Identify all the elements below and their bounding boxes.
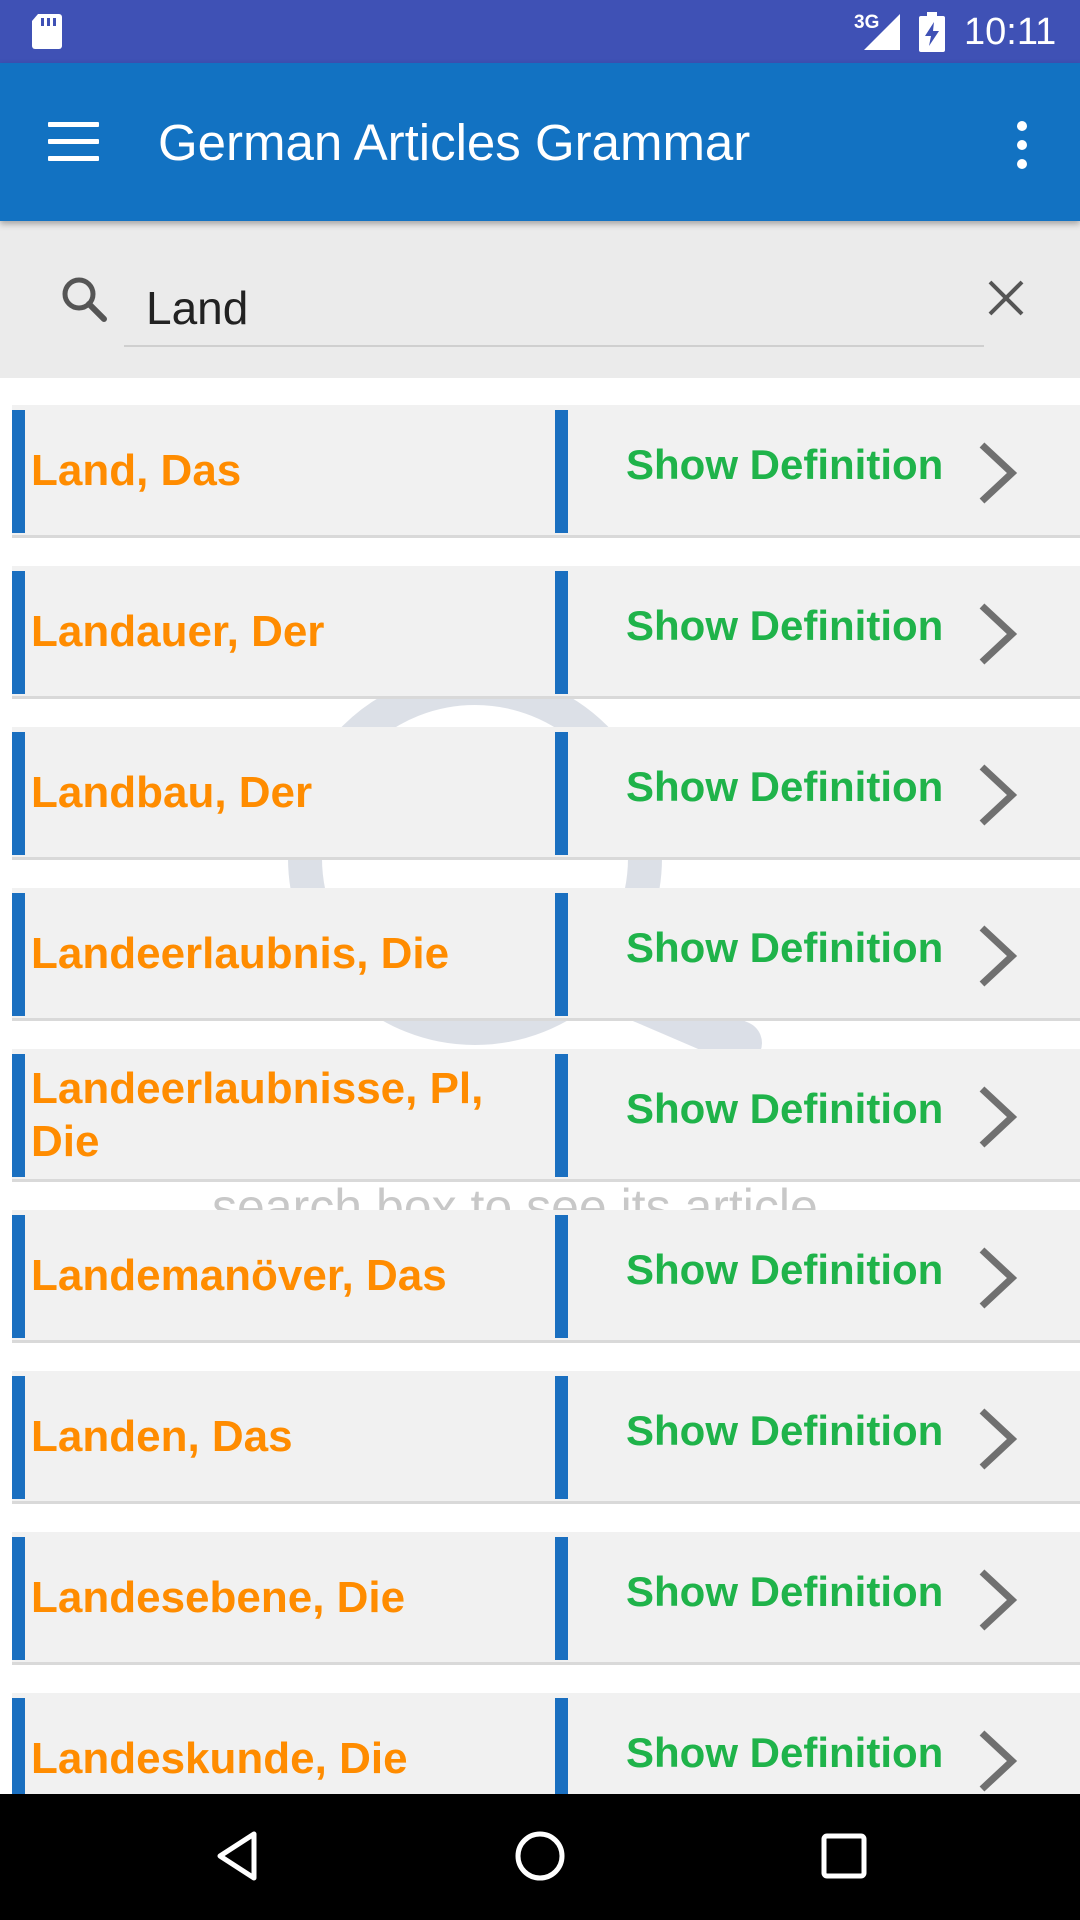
row-divider — [555, 1537, 568, 1660]
show-definition-button[interactable]: Show Definition — [626, 924, 943, 972]
row-accent — [12, 1537, 25, 1660]
row-accent — [12, 1376, 25, 1499]
signal-icon — [864, 14, 900, 50]
row-accent — [12, 571, 25, 694]
show-definition-button[interactable]: Show Definition — [626, 1407, 943, 1455]
list-item[interactable]: Landeerlaubnisse, Pl, Die Show Definitio… — [12, 1049, 1080, 1182]
list-item[interactable]: Landbau, Der Show Definition — [12, 727, 1080, 860]
sd-card-icon — [32, 14, 62, 49]
results-list[interactable]: search box to see its article Land, Das … — [0, 378, 1080, 1794]
row-divider — [555, 410, 568, 533]
clock: 10:11 — [964, 11, 1057, 53]
word-label: Landeskunde, Die — [31, 1734, 408, 1784]
overflow-menu-icon[interactable] — [1008, 121, 1036, 169]
row-divider — [555, 1698, 568, 1794]
chevron-right-icon[interactable] — [974, 1083, 1020, 1151]
status-bar: 3G 10:11 — [0, 0, 1080, 63]
list-item[interactable]: Landauer, Der Show Definition — [12, 566, 1080, 699]
list-item[interactable]: Land, Das Show Definition — [12, 405, 1080, 538]
show-definition-button[interactable]: Show Definition — [626, 763, 943, 811]
row-divider — [555, 732, 568, 855]
show-definition-button[interactable]: Show Definition — [626, 1568, 943, 1616]
row-accent — [12, 1698, 25, 1794]
show-definition-button[interactable]: Show Definition — [626, 1246, 943, 1294]
battery-charging-icon — [919, 12, 945, 52]
show-definition-button[interactable]: Show Definition — [626, 1729, 943, 1777]
row-divider — [555, 893, 568, 1016]
row-accent — [12, 1215, 25, 1338]
word-label: Landesebene, Die — [31, 1573, 406, 1623]
show-definition-button[interactable]: Show Definition — [626, 441, 943, 489]
chevron-right-icon[interactable] — [974, 1405, 1020, 1473]
row-accent — [12, 732, 25, 855]
chevron-right-icon[interactable] — [974, 1727, 1020, 1794]
home-icon[interactable] — [510, 1826, 570, 1886]
word-label: Land, Das — [31, 446, 242, 496]
row-accent — [12, 893, 25, 1016]
search-bar — [0, 221, 1080, 378]
list-item[interactable]: Landeerlaubnis, Die Show Definition — [12, 888, 1080, 1021]
chevron-right-icon[interactable] — [974, 439, 1020, 507]
show-definition-button[interactable]: Show Definition — [626, 1085, 943, 1133]
word-label: Landeerlaubnis, Die — [31, 929, 450, 979]
search-input[interactable] — [124, 271, 984, 347]
list-item[interactable]: Landeskunde, Die Show Definition — [12, 1693, 1080, 1794]
show-definition-button[interactable]: Show Definition — [626, 602, 943, 650]
menu-icon[interactable] — [48, 122, 99, 162]
chevron-right-icon[interactable] — [974, 1244, 1020, 1312]
app-bar: German Articles Grammar — [0, 63, 1080, 221]
word-label: Landauer, Der — [31, 607, 325, 657]
row-divider — [555, 571, 568, 694]
row-accent — [12, 410, 25, 533]
search-icon — [62, 277, 107, 322]
list-item[interactable]: Landemanöver, Das Show Definition — [12, 1210, 1080, 1343]
list-item[interactable]: Landesebene, Die Show Definition — [12, 1532, 1080, 1665]
word-label: Landen, Das — [31, 1412, 293, 1462]
back-icon[interactable] — [210, 1826, 270, 1886]
app-title: German Articles Grammar — [158, 114, 751, 171]
chevron-right-icon[interactable] — [974, 761, 1020, 829]
row-accent — [12, 1054, 25, 1177]
recent-apps-icon[interactable] — [814, 1826, 874, 1886]
row-divider — [555, 1376, 568, 1499]
chevron-right-icon[interactable] — [974, 1566, 1020, 1634]
list-item[interactable]: Landen, Das Show Definition — [12, 1371, 1080, 1504]
word-label: Landbau, Der — [31, 768, 313, 818]
row-divider — [555, 1054, 568, 1177]
word-label: Landeerlaubnisse, Pl, Die — [31, 1063, 484, 1166]
clear-icon[interactable] — [984, 276, 1028, 320]
row-divider — [555, 1215, 568, 1338]
word-label: Landemanöver, Das — [31, 1251, 447, 1301]
chevron-right-icon[interactable] — [974, 922, 1020, 990]
chevron-right-icon[interactable] — [974, 600, 1020, 668]
navigation-bar — [0, 1794, 1080, 1920]
